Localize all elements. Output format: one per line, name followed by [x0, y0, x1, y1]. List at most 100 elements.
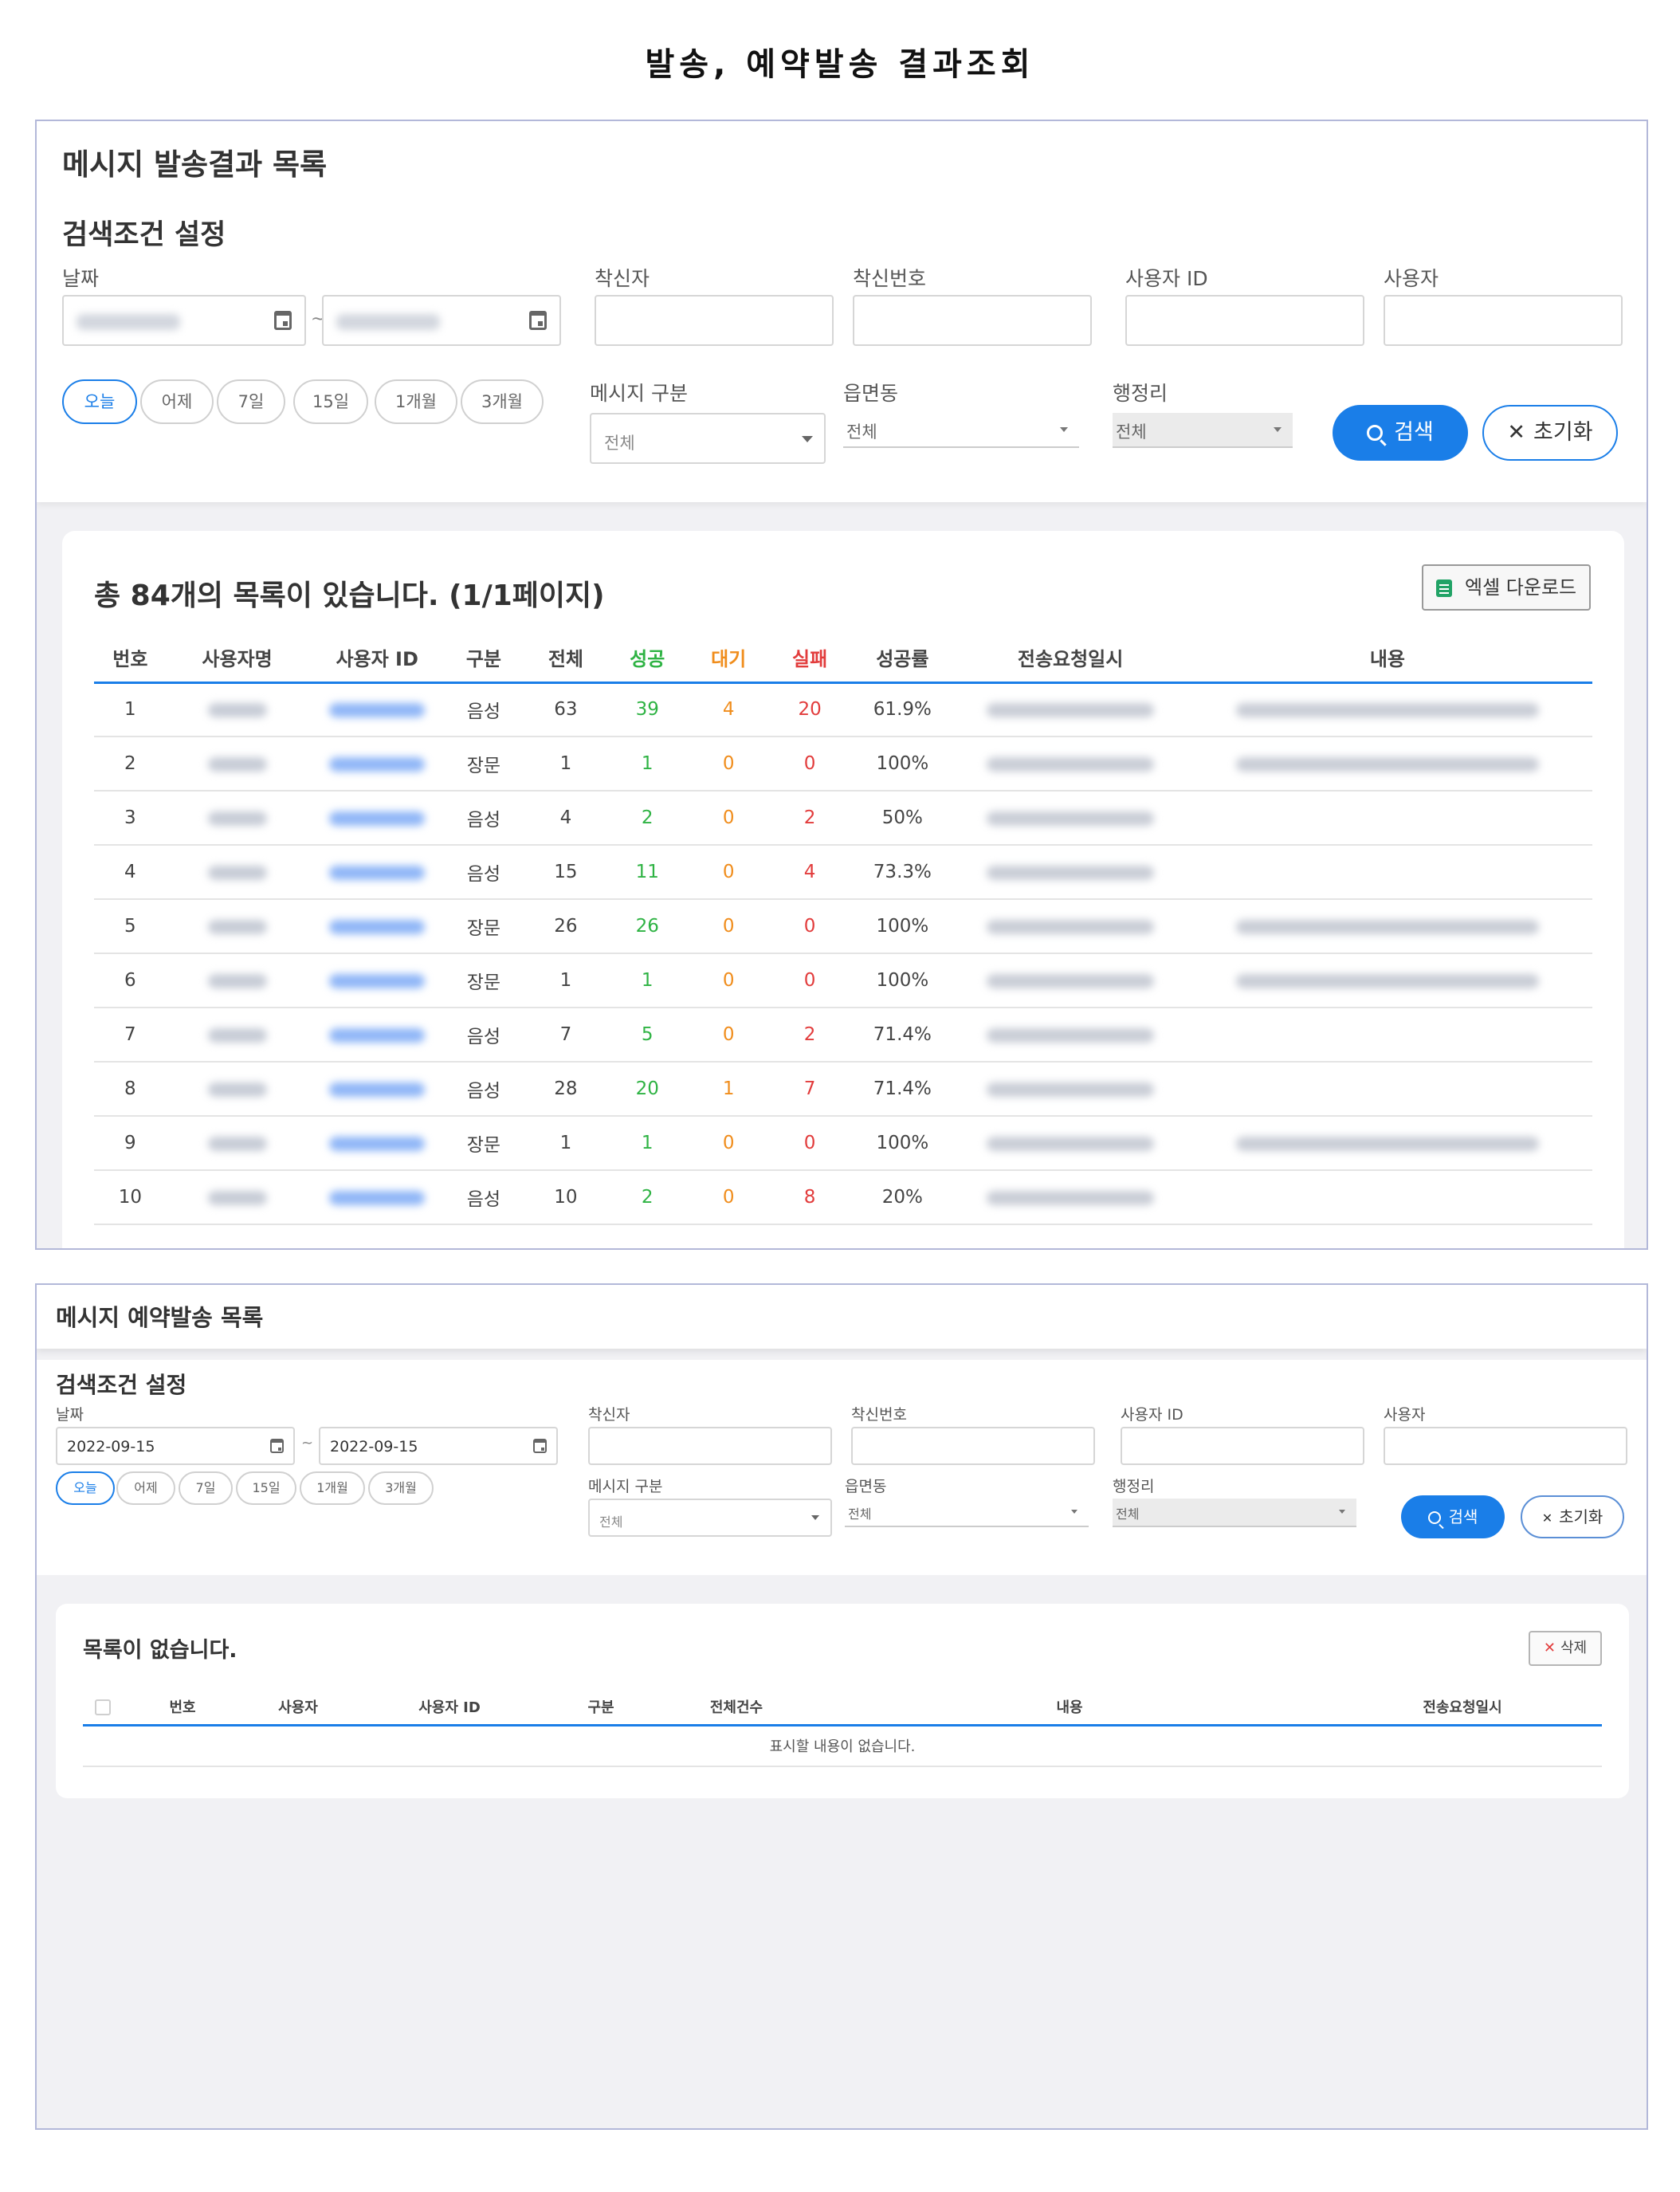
user-input[interactable] — [1384, 1427, 1627, 1465]
redacted-user-id-link[interactable] — [329, 919, 426, 934]
table-row[interactable]: 2 장문 1 1 0 0 100% — [94, 737, 1592, 792]
redacted-user-id-link[interactable] — [329, 702, 426, 717]
reset-button[interactable]: ✕ 초기화 — [1482, 405, 1618, 461]
col-content[interactable]: 내용 — [1182, 633, 1592, 684]
receiver-input[interactable] — [588, 1427, 832, 1465]
redacted-user-id-link[interactable] — [329, 811, 426, 826]
redacted-user-id-link[interactable] — [329, 1190, 426, 1205]
col-wait[interactable]: 대기 — [684, 633, 773, 684]
excel-download-button[interactable]: 엑셀 다운로드 — [1422, 564, 1591, 611]
receiver-no-input[interactable] — [853, 295, 1092, 346]
col-content[interactable]: 내용 — [816, 1690, 1323, 1726]
user-id-link-cell[interactable] — [308, 682, 446, 737]
row-rate: 71.4% — [846, 1062, 959, 1117]
request-time-cell — [958, 1008, 1183, 1063]
reset-button[interactable]: ✕ 초기화 — [1521, 1495, 1624, 1538]
redacted-user-id-link[interactable] — [329, 973, 426, 988]
col-fail[interactable]: 실패 — [772, 633, 847, 684]
range-1m[interactable]: 1개월 — [375, 379, 457, 424]
calendar-icon[interactable] — [270, 1439, 284, 1453]
search-button[interactable]: 검색 — [1401, 1495, 1505, 1538]
user-id-link-cell[interactable] — [308, 1170, 446, 1225]
col-no[interactable]: 번호 — [94, 633, 167, 684]
range-15d[interactable]: 15일 — [236, 1471, 296, 1505]
table-row[interactable]: 10 음성 10 2 0 8 20% — [94, 1170, 1592, 1225]
row-type: 음성 — [446, 845, 521, 900]
checkbox-icon[interactable] — [95, 1699, 111, 1715]
user-id-input[interactable] — [1125, 295, 1364, 346]
range-today[interactable]: 오늘 — [56, 1471, 115, 1505]
row-total: 26 — [520, 899, 610, 954]
range-1m[interactable]: 1개월 — [300, 1471, 365, 1505]
town-label: 읍면동 — [845, 1478, 887, 1495]
date-from-input[interactable]: 2022-09-15 — [56, 1427, 295, 1465]
msg-type-select[interactable]: 전체 — [588, 1499, 832, 1537]
user-id-link-cell[interactable] — [308, 1062, 446, 1117]
village-label: 행정리 — [1113, 1478, 1155, 1495]
receiver-input[interactable] — [595, 295, 834, 346]
user-id-label: 사용자 ID — [1125, 267, 1208, 290]
village-select[interactable]: 전체 — [1113, 1499, 1356, 1527]
range-yesterday[interactable]: 어제 — [140, 379, 214, 424]
col-request-time[interactable]: 전송요청일시 — [1323, 1690, 1602, 1726]
range-today[interactable]: 오늘 — [62, 379, 137, 424]
row-fail: 0 — [772, 953, 847, 1008]
calendar-icon[interactable] — [274, 311, 292, 330]
user-id-link-cell[interactable] — [308, 737, 446, 792]
msg-type-select[interactable]: 전체 — [590, 413, 826, 464]
user-input[interactable] — [1384, 295, 1623, 346]
col-type[interactable]: 구분 — [545, 1690, 657, 1726]
redacted-user-id-link[interactable] — [329, 756, 426, 772]
redacted-user-id-link[interactable] — [329, 1027, 426, 1043]
calendar-icon[interactable] — [529, 311, 547, 330]
row-type: 장문 — [446, 737, 521, 792]
table-row[interactable]: 9 장문 1 1 0 0 100% — [94, 1116, 1592, 1171]
user-id-link-cell[interactable] — [308, 845, 446, 900]
range-3m[interactable]: 3개월 — [368, 1471, 434, 1505]
delete-button[interactable]: ✕ 삭제 — [1529, 1631, 1602, 1666]
user-id-link-cell[interactable] — [308, 1116, 446, 1171]
table-row[interactable]: 8 음성 28 20 1 7 71.4% — [94, 1062, 1592, 1117]
col-request-time[interactable]: 전송요청일시 — [958, 633, 1183, 684]
table-row[interactable]: 5 장문 26 26 0 0 100% — [94, 899, 1592, 954]
col-total-count[interactable]: 전체건수 — [657, 1690, 816, 1726]
range-7d[interactable]: 7일 — [217, 379, 285, 424]
user-id-link-cell[interactable] — [308, 899, 446, 954]
col-type[interactable]: 구분 — [446, 633, 521, 684]
calendar-icon[interactable] — [533, 1439, 547, 1453]
receiver-no-input[interactable] — [851, 1427, 1095, 1465]
table-row[interactable]: 6 장문 1 1 0 0 100% — [94, 953, 1592, 1008]
date-to-input[interactable]: 2022-09-15 — [319, 1427, 558, 1465]
table-row[interactable]: 1 음성 63 39 4 20 61.9% — [94, 682, 1592, 737]
col-user[interactable]: 사용자 — [242, 1690, 354, 1726]
user-id-link-cell[interactable] — [308, 1008, 446, 1063]
col-user-name[interactable]: 사용자명 — [166, 633, 308, 684]
range-7d[interactable]: 7일 — [179, 1471, 233, 1505]
table-row[interactable]: 3 음성 4 2 0 2 50% — [94, 791, 1592, 846]
user-id-link-cell[interactable] — [308, 953, 446, 1008]
col-user-id[interactable]: 사용자 ID — [354, 1690, 545, 1726]
user-id-input[interactable] — [1121, 1427, 1364, 1465]
col-success[interactable]: 성공 — [610, 633, 685, 684]
user-id-link-cell[interactable] — [308, 791, 446, 846]
town-select[interactable]: 전체 — [845, 1499, 1089, 1527]
table-header-row: 번호 사용자 사용자 ID 구분 전체건수 내용 전송요청일시 — [83, 1690, 1602, 1726]
col-total[interactable]: 전체 — [520, 633, 610, 684]
village-select[interactable]: 전체 — [1113, 413, 1293, 448]
search-button[interactable]: 검색 — [1333, 405, 1468, 461]
town-select[interactable]: 전체 — [843, 413, 1079, 448]
date-to-input[interactable] — [322, 295, 561, 346]
date-from-input[interactable] — [62, 295, 306, 346]
redacted-user-id-link[interactable] — [329, 1136, 426, 1151]
range-yesterday[interactable]: 어제 — [116, 1471, 175, 1505]
redacted-user-id-link[interactable] — [329, 1082, 426, 1097]
table-row[interactable]: 7 음성 7 5 0 2 71.4% — [94, 1008, 1592, 1063]
range-15d[interactable]: 15일 — [293, 379, 368, 424]
col-no[interactable]: 번호 — [123, 1690, 242, 1726]
select-all-checkbox[interactable] — [83, 1690, 123, 1726]
table-row[interactable]: 4 음성 15 11 0 4 73.3% — [94, 845, 1592, 900]
redacted-user-id-link[interactable] — [329, 865, 426, 880]
range-3m[interactable]: 3개월 — [461, 379, 544, 424]
col-user-id[interactable]: 사용자 ID — [308, 633, 446, 684]
col-rate[interactable]: 성공률 — [846, 633, 959, 684]
